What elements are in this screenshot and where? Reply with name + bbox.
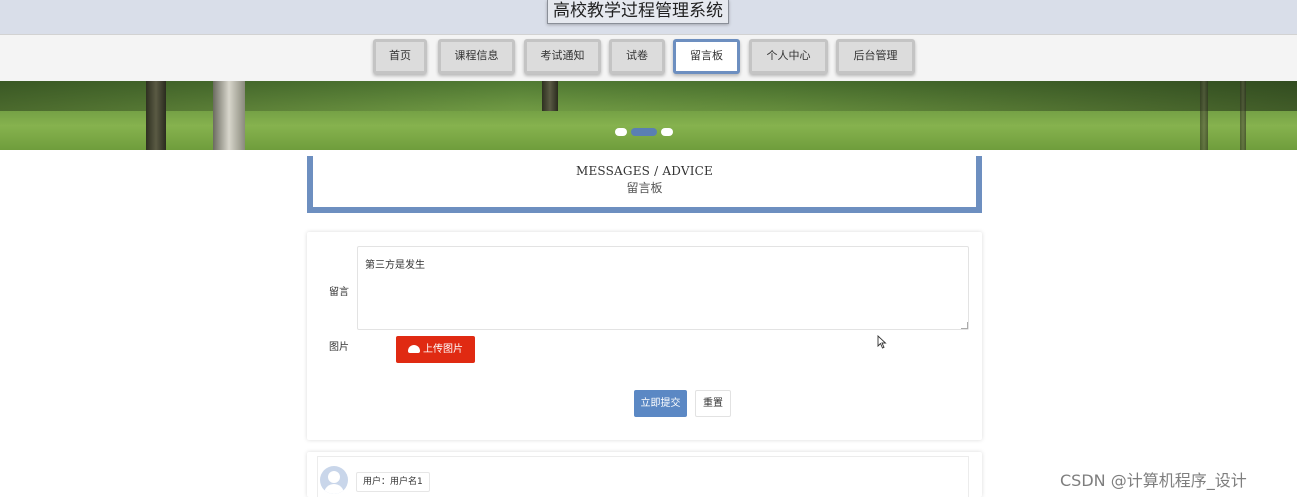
carousel-dot-active[interactable] [631,128,657,136]
tree-trunk [542,81,558,111]
nav-message-board[interactable]: 留言板 [673,39,740,74]
main-nav: 首页 课程信息 考试通知 试卷 留言板 个人中心 后台管理 [0,34,1297,81]
nav-exam-paper[interactable]: 试卷 [609,39,665,74]
comment-user: 用户：用户名1 [356,472,430,492]
carousel-dot[interactable] [661,128,673,136]
tree-trunk [1200,81,1208,150]
submit-button[interactable]: 立即提交 [634,390,687,417]
tree-trunk [213,81,245,150]
site-title: 高校教学过程管理系统 [547,0,729,24]
nav-personal-center[interactable]: 个人中心 [749,39,828,74]
section-title-en: MESSAGES / ADVICE [575,164,713,178]
section-title-cn: 留言板 [626,181,663,195]
banner-shade [0,81,1297,111]
nav-course-info[interactable]: 课程信息 [438,39,515,74]
nav-home[interactable]: 首页 [373,39,427,74]
nav-admin[interactable]: 后台管理 [836,39,915,74]
mouse-cursor-icon [877,335,887,349]
tree-trunk [1240,81,1246,150]
top-header: 高校教学过程管理系统 [0,0,1297,34]
textarea-resize-handle[interactable] [961,322,968,329]
banner-carousel [0,81,1297,150]
user-avatar-icon [320,466,348,494]
carousel-dot[interactable] [615,128,627,136]
image-label: 图片 [329,342,349,353]
reset-button[interactable]: 重置 [695,390,731,417]
cloud-upload-icon [408,345,420,353]
upload-image-label: 上传图片 [423,344,463,355]
watermark: CSDN @计算机程序_设计 [1060,471,1247,490]
nav-exam-notice[interactable]: 考试通知 [524,39,601,74]
tree-trunk [146,81,166,150]
carousel-indicators [615,128,673,136]
message-label: 留言 [329,287,349,298]
message-textarea[interactable]: 第三方是发生 [357,246,969,330]
section-heading: MESSAGES / ADVICE 留言板 [307,156,982,213]
upload-image-button[interactable]: 上传图片 [396,336,475,363]
